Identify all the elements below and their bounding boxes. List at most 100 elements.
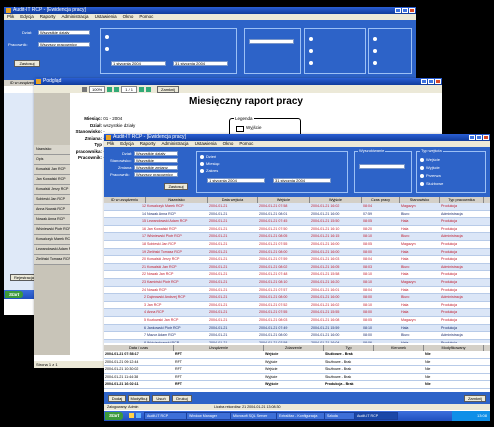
report-close-button[interactable]: Zamknij — [157, 85, 180, 93]
back-window-titlebar[interactable]: Audit-IT RCP - [Ewidencja pracy] — [4, 7, 416, 14]
zoom-select[interactable]: 100% — [89, 85, 106, 93]
print-button[interactable]: Drukuj — [172, 395, 192, 402]
close-button[interactable]: Zamknij — [464, 395, 486, 402]
table-row[interactable]: 18 Sobieski Jan RCP 2004-01-21 2004-01-21 0… — [104, 241, 490, 249]
table-row[interactable]: 5 Kozłowski Jan RCP 2004-01-21 2004-01-21 0… — [104, 317, 490, 325]
radio-month[interactable] — [200, 162, 204, 166]
pracownik-select[interactable]: Wszyscy pracownicy — [38, 42, 90, 47]
table-cell: 08:00 — [363, 249, 372, 254]
table-row[interactable]: 17 Wiśniewski Piotr RCP 2004-01-21 2004-01-… — [104, 233, 490, 241]
type-radio-out[interactable] — [420, 166, 424, 170]
detail-row[interactable]: 2004-01-21 09:12:44 RFT Wyjście Służbowe - … — [104, 359, 490, 367]
table-row[interactable]: 20 Kowalski Jerzy RCP 2004-01-21 2004-01-21… — [104, 256, 490, 264]
sidebar-item[interactable]: Kowalski Jerzy RCP — [34, 185, 70, 195]
pracownik-select[interactable]: Wszyscy pracownicy — [134, 172, 178, 177]
stanowisko-select[interactable]: Wszystkie — [134, 158, 178, 163]
close-icon[interactable] — [409, 8, 415, 13]
radio-month[interactable] — [105, 47, 109, 51]
date-from-picker[interactable]: 1 stycznia 2004 — [207, 178, 265, 183]
report-titlebar[interactable]: Podgląd — [34, 78, 442, 85]
sidebar-item[interactable]: Nowak Anna RCP — [34, 215, 70, 225]
sidebar-item[interactable]: Opis — [34, 155, 70, 165]
zmiana-select[interactable]: Wszystkie zmiany — [134, 165, 178, 170]
sidebar-item[interactable]: Anna Nowak RCP — [34, 205, 70, 215]
taskbar-item[interactable]: Szkoła — [324, 412, 356, 420]
table-row[interactable]: 2 Dąbrowski Andrzej RCP 2004-01-21 2004-01-… — [104, 294, 490, 302]
detail-row[interactable]: 2004-01-21 16:02:11 RFT Wyjście Produkcja -… — [104, 381, 490, 389]
back-start-button[interactable]: Start — [5, 291, 24, 298]
search-input[interactable] — [359, 164, 405, 169]
dzial-select[interactable]: Wszystkie działy — [134, 151, 178, 156]
table-row[interactable]: 4 Anna RCP 2004-01-21 2004-01-21 07:55 2004-… — [104, 309, 490, 317]
type-radio-2[interactable] — [309, 49, 313, 53]
table-row[interactable]: 15 Lewandowski Adam RCP 2004-01-21 2004-01-… — [104, 218, 490, 226]
taskbar-item[interactable]: Window Manager — [186, 412, 232, 420]
radio-day[interactable] — [105, 35, 109, 39]
type-radio-3[interactable] — [309, 61, 313, 65]
taskbar-item-active[interactable]: Audit-IT RCP — [354, 412, 398, 420]
mode-radio-1[interactable] — [373, 37, 377, 41]
maximize-icon[interactable] — [476, 135, 482, 140]
radio-range[interactable] — [200, 169, 204, 173]
next-page-icon[interactable] — [139, 86, 145, 92]
back-date-from[interactable]: 1 stycznia 2004 — [111, 61, 166, 66]
modify-button[interactable]: Modyfikuj — [128, 395, 150, 402]
sidebar-item[interactable]: Zieliński Tomasz RCP — [34, 255, 70, 265]
front-titlebar[interactable]: Audit-IT RCP - [Ewidencja pracy] — [104, 134, 490, 141]
type-radio-in[interactable] — [420, 158, 424, 162]
minimize-icon[interactable] — [421, 79, 427, 84]
sidebar-item[interactable]: Sobieski Jan RCP — [34, 195, 70, 205]
maximize-icon[interactable] — [402, 8, 408, 13]
sidebar-item[interactable]: Kowalski Jan RCP — [34, 165, 70, 175]
date-to-picker[interactable]: 31 stycznia 2004 — [273, 178, 331, 183]
table-row[interactable]: 12 Kowalczyk Marek RCP 2004-01-21 2004-01-2… — [104, 203, 490, 211]
radio-day[interactable] — [200, 155, 204, 159]
detail-row[interactable]: 2004-01-21 07:58:17 RFT Wejście Służbowe - … — [104, 351, 490, 359]
type-radio-1[interactable] — [309, 37, 313, 41]
table-row[interactable]: 16 Jan Kowalski RCP 2004-01-21 2004-01-21 0… — [104, 226, 490, 234]
apply-button[interactable]: Zastosuj — [14, 60, 40, 67]
close-icon[interactable] — [483, 135, 489, 140]
maximize-icon[interactable] — [428, 79, 434, 84]
table-row[interactable]: 7 Mazur Adam RCP 2004-01-21 2004-01-21 08:0… — [104, 332, 490, 340]
close-icon[interactable] — [435, 79, 441, 84]
table-row[interactable]: 22 Nowak Jan RCP 2004-01-21 2004-01-21 07:4… — [104, 271, 490, 279]
taskbar-item[interactable]: Microsoft SQL Server — [230, 412, 278, 420]
taskbar-item[interactable]: ExtraMax - Konfiguracja — [276, 412, 326, 420]
sidebar-item[interactable]: Lewandowski Adam RCP — [34, 245, 70, 255]
back-date-to[interactable]: 31 stycznia 2004 — [173, 61, 228, 66]
table-row[interactable]: 6 Jankowski Piotr RCP 2004-01-21 2004-01-21… — [104, 324, 490, 333]
sidebar-item[interactable]: Jan Kowalski RCP — [34, 175, 70, 185]
minimize-icon[interactable] — [395, 8, 401, 13]
table-row[interactable]: 23 Kamiński Piotr RCP 2004-01-21 2004-01-21… — [104, 278, 490, 287]
delete-button[interactable]: Usuń — [152, 395, 170, 402]
sidebar-item[interactable]: Nazwisko — [34, 145, 70, 155]
table-row[interactable]: 24 Nowak RCP 2004-01-21 2004-01-21 07:57 200… — [104, 287, 490, 295]
table-row[interactable]: 19 Zieliński Tomasz RCP 2004-01-21 2004-01-… — [104, 248, 490, 257]
print-icon[interactable] — [82, 86, 87, 92]
table-row[interactable]: 8 Wojciechowski RCP 2004-01-21 2004-01-21 0… — [104, 339, 490, 343]
type-radio-official[interactable] — [420, 182, 424, 186]
type-radio-break[interactable] — [420, 174, 424, 178]
taskbar-item[interactable]: Audit-IT RCP — [144, 412, 188, 420]
sidebar-item[interactable]: Kowalczyk Marek RCP — [34, 235, 70, 245]
table-row[interactable]: 3 Jan RCP 2004-01-21 2004-01-21 07:52 2004-0… — [104, 302, 490, 310]
mode-radio-3[interactable] — [373, 61, 377, 65]
apply-button[interactable]: Zastosuj — [164, 183, 188, 190]
detail-row[interactable]: 2004-01-21 10:30:02 RFT Wejście Służbowe - … — [104, 366, 490, 374]
start-button[interactable]: Start — [105, 412, 124, 420]
add-button[interactable]: Dodaj — [108, 395, 126, 402]
sidebar-item[interactable]: Wiśniewski Piotr RCP — [34, 225, 70, 235]
quicklaunch-icon[interactable] — [129, 413, 134, 418]
quicklaunch-icon[interactable] — [136, 413, 141, 418]
table-row[interactable]: 21 Kowalski Jan RCP 2004-01-21 2004-01-21 0… — [104, 263, 490, 272]
last-page-icon[interactable] — [146, 86, 152, 92]
detail-row[interactable]: 2004-01-21 11:44:38 RFT Wyjście Służbowe - … — [104, 374, 490, 382]
back-search-input[interactable] — [249, 39, 294, 44]
first-page-icon[interactable] — [107, 86, 113, 92]
prev-page-icon[interactable] — [114, 86, 120, 92]
dzial-select[interactable]: Wszystkie działy — [38, 30, 90, 35]
minimize-icon[interactable] — [469, 135, 475, 140]
mode-radio-2[interactable] — [373, 49, 377, 53]
table-row[interactable]: 14 Nowak Anna RCP 2004-01-21 2004-01-21 08:… — [104, 211, 490, 219]
